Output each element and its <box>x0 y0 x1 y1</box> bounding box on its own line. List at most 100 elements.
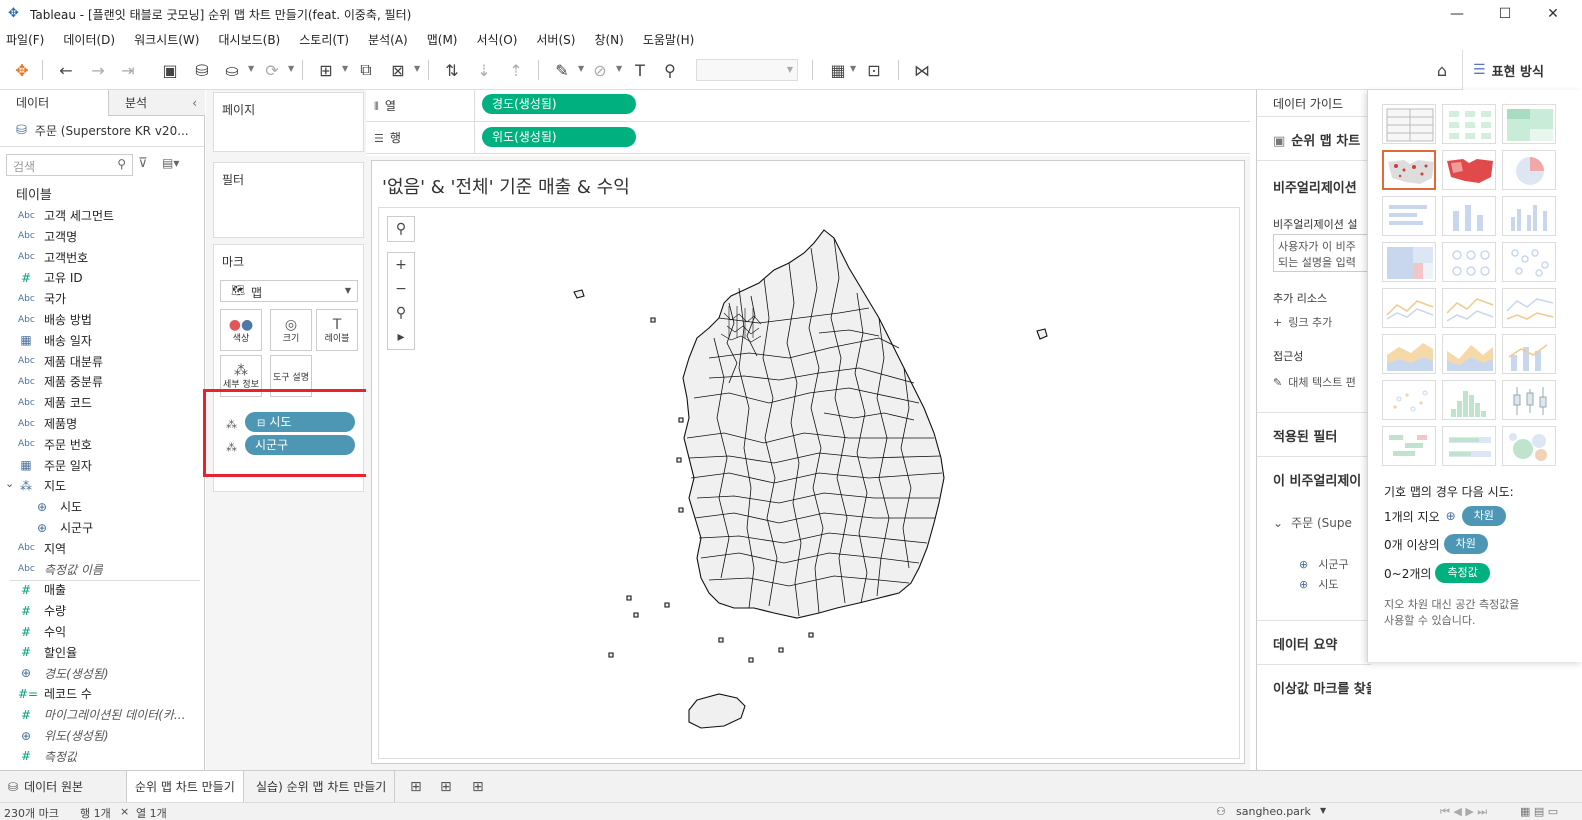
map-area[interactable]: ⚲ + − ⚲ ▸ <box>378 207 1240 759</box>
sort-ascending-icon[interactable]: ⇣ <box>472 58 496 82</box>
columns-pill-longitude[interactable]: 경도(생성됨) <box>482 94 636 114</box>
format-icon[interactable]: ⌂ <box>1430 58 1454 82</box>
showme-scatter-plot[interactable] <box>1382 380 1436 420</box>
field-item[interactable]: ▦ 배송 일자 <box>0 330 204 351</box>
menu-analysis[interactable]: 분석(A) <box>368 31 408 48</box>
tab-data[interactable]: 데이터 <box>0 90 108 116</box>
new-dashboard-tab-icon[interactable]: ⊞ <box>440 779 452 795</box>
showme-continuous-lines[interactable] <box>1382 288 1436 328</box>
field-item[interactable]: Abc 지역 <box>0 538 204 559</box>
close-icon[interactable]: ✕ <box>1530 0 1576 28</box>
showme-circle-views[interactable] <box>1442 242 1496 282</box>
field-item[interactable]: # 수량 <box>0 600 204 621</box>
field-item[interactable]: # 마이그레이션된 데이터(카... <box>0 704 204 725</box>
show-me-button[interactable]: ☰ 표현 방식 <box>1462 50 1582 90</box>
menu-story[interactable]: 스토리(T) <box>299 31 349 48</box>
group-icon[interactable]: ⊘ <box>588 58 612 82</box>
field-item[interactable]: Abc 제품 대분류 <box>0 351 204 372</box>
clear-sheet-icon[interactable]: ⊠ <box>386 58 410 82</box>
menu-dashboard[interactable]: 대시보드(B) <box>218 31 280 48</box>
maximize-icon[interactable]: ☐ <box>1482 0 1528 28</box>
showme-treemap[interactable] <box>1382 242 1436 282</box>
new-story-tab-icon[interactable]: ⊞ <box>472 779 484 795</box>
showme-text-table[interactable] <box>1382 104 1436 144</box>
sheet-sorter-icon[interactable]: ▦ ▤ ▭ <box>1520 805 1558 818</box>
field-item[interactable]: Abc 배송 방법 <box>0 309 204 330</box>
showme-highlight-table[interactable] <box>1502 104 1556 144</box>
menu-worksheet[interactable]: 워크시트(W) <box>134 31 199 48</box>
field-item[interactable]: Abc 고객번호 <box>0 247 204 268</box>
user-chevron-icon[interactable]: ▼ <box>1320 806 1326 815</box>
presentation-icon[interactable]: ⊡ <box>862 58 886 82</box>
new-worksheet-tab-icon[interactable]: ⊞ <box>410 779 422 795</box>
pages-card[interactable]: 페이지 <box>213 92 364 152</box>
new-worksheet-icon[interactable]: ⊞ <box>314 58 338 82</box>
refresh-icon[interactable]: ⟳ <box>260 58 284 82</box>
showme-dual-lines[interactable] <box>1502 288 1556 328</box>
field-item[interactable]: # 수익 <box>0 621 204 642</box>
showme-filled-map[interactable] <box>1442 150 1496 190</box>
filters-card[interactable]: 필터 <box>213 162 364 238</box>
menu-server[interactable]: 서버(S) <box>536 31 575 48</box>
field-item[interactable]: Abc 국가 <box>0 288 204 309</box>
size-button[interactable]: ◎ 크기 <box>270 309 312 351</box>
menu-data[interactable]: 데이터(D) <box>63 31 115 48</box>
mark-type-dropdown[interactable]: 🗺 맵 ▼ <box>220 280 358 302</box>
showme-pie-chart[interactable] <box>1502 150 1556 190</box>
label-icon[interactable]: T <box>628 58 652 82</box>
pause-updates-icon[interactable]: ⛀ <box>220 58 244 82</box>
field-item[interactable]: Abc 제품 코드 <box>0 392 204 413</box>
showme-box-plot[interactable] <box>1502 380 1556 420</box>
view-options-icon[interactable]: ▤▾ <box>162 156 179 170</box>
minimize-icon[interactable]: — <box>1434 0 1480 28</box>
search-field[interactable]: 검색 ⚲ <box>6 154 133 176</box>
undo-icon[interactable]: ← <box>54 58 78 82</box>
menu-map[interactable]: 맵(M) <box>427 31 458 48</box>
showme-dual-combination[interactable] <box>1502 334 1556 374</box>
field-item[interactable]: ⊕ 시도 <box>0 496 204 517</box>
tab-sheet-2[interactable]: 실습) 순위 맵 차트 만들기 <box>248 771 396 803</box>
showme-packed-bubbles[interactable] <box>1502 426 1556 466</box>
share-icon[interactable]: ⋈ <box>910 58 934 82</box>
fit-dropdown[interactable]: ▼ <box>696 59 798 81</box>
color-button[interactable]: ●● 색상 <box>220 309 262 351</box>
menu-file[interactable]: 파일(F) <box>6 31 44 48</box>
status-user[interactable]: sangheo.park <box>1236 805 1311 818</box>
menu-format[interactable]: 서식(O) <box>477 31 518 48</box>
showme-histogram[interactable] <box>1442 380 1496 420</box>
showme-gantt-chart[interactable] <box>1382 426 1436 466</box>
showme-side-by-side-circles[interactable] <box>1502 242 1556 282</box>
guide-alt-text[interactable]: ✎ 대체 텍스트 편 <box>1273 374 1356 390</box>
field-item[interactable]: ⊕ 시군구 <box>0 517 204 538</box>
collapse-icon[interactable]: ‹ <box>192 90 197 116</box>
showme-symbol-map[interactable] <box>1382 150 1436 190</box>
showme-heat-map[interactable] <box>1442 104 1496 144</box>
field-item[interactable]: Abc 고객명 <box>0 226 204 247</box>
datasource-item[interactable]: ⛁ 주문 (Superstore KR v20... <box>16 122 189 139</box>
rows-pill-latitude[interactable]: 위도(생성됨) <box>482 127 636 147</box>
menu-help[interactable]: 도움말(H) <box>643 31 695 48</box>
field-item[interactable]: Abc 측정값 이름 <box>0 559 204 580</box>
field-item[interactable]: ⊕ 위도(생성됨) <box>0 725 204 746</box>
show-cards-icon[interactable]: ▦ <box>826 58 850 82</box>
showme-side-by-side-bars[interactable] <box>1502 196 1556 236</box>
field-item[interactable]: Abc 고객 세그먼트 <box>0 205 204 226</box>
columns-shelf[interactable]: ⦀ 열 경도(생성됨) <box>366 90 1250 122</box>
field-item[interactable]: Abc 주문 번호 <box>0 434 204 455</box>
redo-icon[interactable]: → <box>86 58 110 82</box>
pin-icon[interactable]: ⚲ <box>658 58 682 82</box>
showme-stacked-bars[interactable] <box>1442 196 1496 236</box>
duplicate-icon[interactable]: ⧉ <box>354 58 378 82</box>
field-item[interactable]: ⌄ ⁂ 지도 <box>0 475 204 496</box>
tab-sheet-1[interactable]: 순위 맵 차트 만들기 <box>126 771 244 803</box>
field-item[interactable]: ⊕ 경도(생성됨) <box>0 663 204 684</box>
new-datasource-icon[interactable]: ⛁ <box>190 58 214 82</box>
guide-datasource[interactable]: ⌄ 주문 (Supe <box>1273 514 1352 531</box>
field-item[interactable]: #= 레코드 수 <box>0 683 204 704</box>
rows-shelf[interactable]: ☰ 행 위도(생성됨) <box>366 122 1250 154</box>
field-item[interactable]: ▦ 주문 일자 <box>0 455 204 476</box>
field-item[interactable]: # 측정값 <box>0 746 204 767</box>
field-item[interactable]: # 할인율 <box>0 642 204 663</box>
filter-icon[interactable]: ⊽ <box>138 156 148 171</box>
field-item[interactable]: # 매출 <box>0 579 204 600</box>
